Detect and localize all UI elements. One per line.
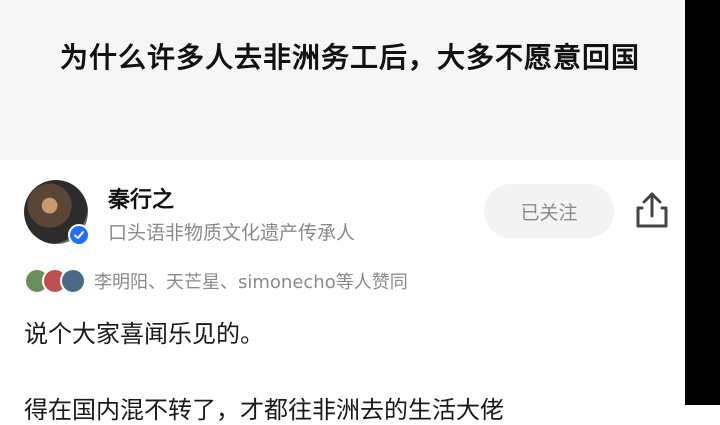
answer-text: 说个大家喜闻乐见的。 [24, 320, 264, 348]
follow-button[interactable]: 已关注 [484, 184, 614, 238]
author-tagline: 口头语非物质文化遗产传承人 [108, 222, 356, 244]
answer-text-cut: 得在国内混不转了，才都往非洲去的生活大佬 [24, 396, 504, 424]
question-title[interactable]: 为什么许多人去非洲务工后，大多不愿意回国 [60, 34, 640, 82]
upvoters-row[interactable]: 李明阳、天芒星、simonecho等人赞同 [24, 266, 408, 296]
upvoter-avatar [60, 268, 86, 294]
question-header: 为什么许多人去非洲务工后，大多不愿意回国 [0, 0, 685, 160]
screen-edge-bar [685, 0, 720, 405]
author-name[interactable]: 秦行之 [108, 182, 174, 214]
verified-badge-icon [68, 224, 90, 246]
answer-card: 秦行之 口头语非物质文化遗产传承人 已关注 李明阳、天芒星、simonecho等… [0, 160, 685, 424]
upvoters-text: 李明阳、天芒星、simonecho等人赞同 [94, 272, 408, 293]
share-icon[interactable] [634, 190, 670, 230]
